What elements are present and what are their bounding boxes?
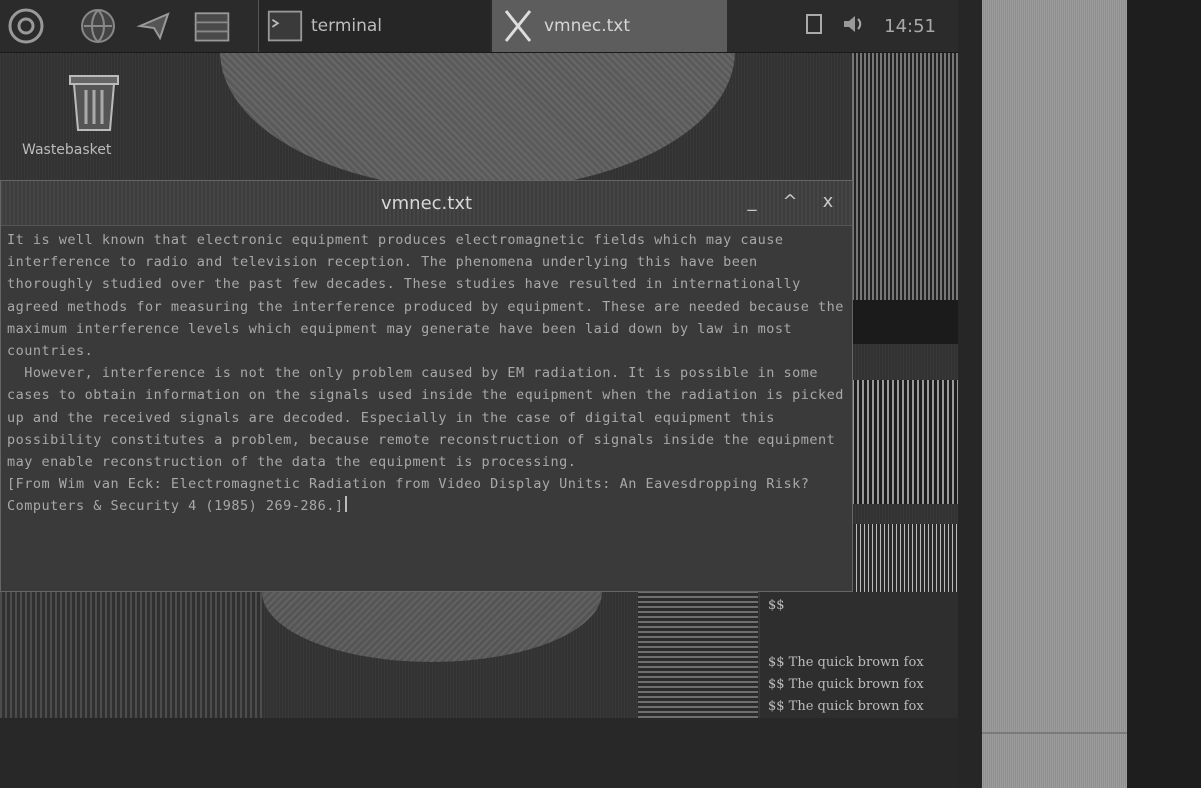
editor-icon <box>500 8 536 44</box>
file-cabinet-icon <box>194 12 230 42</box>
mail-launcher[interactable] <box>134 6 174 46</box>
task-terminal-label: terminal <box>311 16 383 36</box>
close-button[interactable]: x <box>818 191 838 212</box>
editor-text-area[interactable]: It is well known that electronic equipme… <box>7 229 847 585</box>
right-gray-line <box>982 732 1127 734</box>
terminal-line: $$ The quick brown fox <box>768 677 924 692</box>
terminal-line: $$ The quick brown fox <box>768 655 924 670</box>
browser-launcher[interactable] <box>78 6 118 46</box>
terminal-line: $$ The quick brown fox <box>768 699 924 714</box>
task-text-editor-label: vmnec.txt <box>544 16 630 36</box>
task-text-editor[interactable]: vmnec.txt <box>492 0 727 52</box>
volume-icon[interactable] <box>842 13 866 40</box>
right-dark-panel <box>1127 0 1201 788</box>
wallpaper-dark-block <box>852 300 958 344</box>
background-prompt: $$ <box>768 598 785 613</box>
text-cursor <box>345 496 348 513</box>
system-tray: 14:51 <box>727 0 958 52</box>
network-icon[interactable] <box>804 13 824 40</box>
files-launcher[interactable] <box>192 6 232 46</box>
wallpaper-stripes-5 <box>638 592 758 718</box>
top-panel: terminal vmnec.txt 14:51 <box>0 0 958 53</box>
wastebasket-label: Wastebasket <box>22 142 112 158</box>
minimize-button[interactable]: _ <box>742 191 762 212</box>
task-terminal[interactable]: terminal <box>258 0 490 52</box>
app-menu-button[interactable] <box>6 6 46 46</box>
screen: terminal vmnec.txt 14:51 Wastebasket $$ … <box>0 0 1201 788</box>
wallpaper-stripes <box>852 52 958 300</box>
background-terminal-output: $$ The quick brown fox $$ The quick brow… <box>768 652 958 718</box>
text-editor-window: vmnec.txt _ ^ x It is well known that el… <box>0 180 853 592</box>
clock[interactable]: 14:51 <box>884 16 936 37</box>
bottom-strip <box>0 718 958 788</box>
editor-content: It is well known that electronic equipme… <box>7 232 844 515</box>
wallpaper-stripes-3 <box>852 524 958 592</box>
right-gray-panel <box>982 0 1127 788</box>
wallpaper-bowl-top <box>220 50 735 190</box>
trash-can-icon <box>62 70 124 132</box>
maximize-button[interactable]: ^ <box>780 191 800 212</box>
window-controls: _ ^ x <box>742 191 838 212</box>
distro-logo-icon <box>8 8 44 44</box>
wallpaper-bowl-bottom <box>262 592 602 662</box>
wallpaper-stripes-2 <box>852 380 958 504</box>
globe-icon <box>81 9 115 43</box>
right-divider <box>958 0 982 788</box>
window-titlebar[interactable]: vmnec.txt _ ^ x <box>1 181 852 226</box>
paper-plane-icon <box>136 12 170 41</box>
desktop-icon-wastebasket[interactable]: Wastebasket <box>18 70 168 158</box>
window-title: vmnec.txt <box>380 193 473 214</box>
wallpaper-stripes-4 <box>0 592 262 718</box>
terminal-icon <box>267 8 303 44</box>
